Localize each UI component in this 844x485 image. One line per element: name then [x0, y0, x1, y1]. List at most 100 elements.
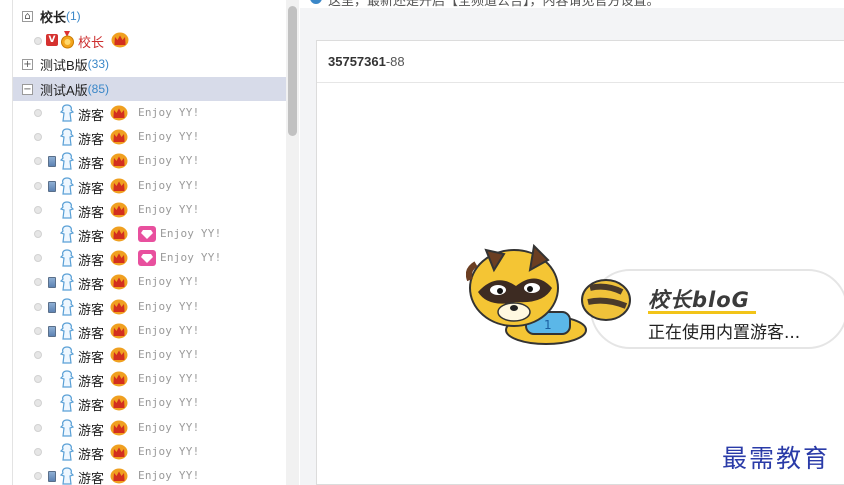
guest-avatar-icon	[59, 467, 75, 485]
expand-icon[interactable]: +	[22, 58, 33, 70]
notice-bar: 这里，最新还是开启【全频道公告】，内容请见官方设置。	[300, 0, 844, 8]
banner-title: 校长bloG	[648, 288, 750, 312]
group-test-b[interactable]: + 测试B版 (33)	[13, 52, 287, 76]
status-dot	[34, 181, 42, 190]
crown-icon	[110, 178, 128, 194]
crown-icon	[110, 129, 128, 145]
mobile-icon	[48, 301, 56, 313]
svg-text:1: 1	[544, 318, 552, 332]
medal-icon	[61, 31, 74, 49]
member-name: 游客	[78, 423, 105, 439]
tree-scrollbar-thumb[interactable]	[288, 6, 297, 136]
group-test-b-count: (33)	[87, 57, 110, 71]
member-name: 游客	[78, 157, 105, 173]
member-signature: Enjoy YY!	[138, 323, 200, 337]
guest-avatar-icon	[59, 322, 75, 340]
mobile-icon	[48, 471, 56, 482]
guest-avatar-icon	[59, 104, 75, 122]
member-name: 游客	[78, 375, 105, 391]
guest-avatar-icon	[59, 152, 75, 170]
member-row[interactable]: 游客 Enjoy YY!	[13, 295, 287, 319]
status-dot	[34, 254, 42, 263]
guest-avatar-icon	[59, 297, 75, 316]
status-dot	[34, 37, 42, 45]
group-principal[interactable]: ⌂ 校长 (1)	[13, 4, 287, 28]
crown-icon	[110, 250, 128, 266]
crown-icon	[111, 32, 129, 48]
member-name: 游客	[78, 472, 105, 485]
guest-avatar-icon	[59, 249, 75, 267]
member-signature: Enjoy YY!	[138, 469, 200, 482]
guest-avatar-icon	[59, 443, 75, 461]
guest-avatar-icon	[59, 176, 75, 195]
collapse-icon[interactable]: −	[22, 83, 33, 95]
crown-icon	[110, 105, 128, 121]
crown-icon	[110, 347, 128, 363]
member-name: 游客	[78, 230, 105, 245]
member-row[interactable]: 游客 Enjoy YY!	[13, 246, 287, 270]
member-row[interactable]: 游客 Enjoy YY!	[13, 367, 287, 391]
member-name: 游客	[78, 133, 105, 149]
member-signature: Enjoy YY!	[138, 106, 200, 119]
guest-avatar-icon	[59, 128, 75, 146]
member-row[interactable]: 游客 Enjoy YY!	[13, 391, 287, 415]
guest-avatar-icon	[59, 394, 75, 412]
group-test-a[interactable]: − 测试A版 (85)	[13, 77, 287, 101]
member-row[interactable]: 游客 Enjoy YY!	[13, 149, 287, 173]
member-row[interactable]: 游客 Enjoy YY!	[13, 416, 287, 440]
member-row[interactable]: 游客 Enjoy YY!	[13, 174, 287, 198]
member-row[interactable]: 游客 Enjoy YY!	[13, 101, 287, 125]
member-signature: Enjoy YY!	[138, 444, 200, 458]
banner-title-underline	[648, 311, 756, 314]
crown-icon	[110, 420, 128, 436]
member-row[interactable]: 游客 Enjoy YY!	[13, 270, 287, 294]
member-signature: Enjoy YY!	[138, 154, 200, 168]
member-row[interactable]: 游客 Enjoy YY!	[13, 222, 287, 246]
diamond-icon	[138, 226, 156, 242]
info-icon	[310, 0, 322, 4]
member-row[interactable]: 游客 Enjoy YY!	[13, 464, 287, 485]
member-signature: Enjoy YY!	[160, 251, 222, 265]
mobile-icon	[48, 325, 56, 337]
group-principal-label: 校长	[40, 9, 67, 25]
member-row[interactable]: 游客 Enjoy YY!	[13, 125, 287, 149]
watermark: 最需教育	[722, 444, 831, 473]
guest-avatar-icon	[59, 346, 75, 364]
status-dot	[34, 447, 42, 456]
status-dot	[34, 205, 42, 214]
status-dot	[34, 302, 42, 311]
member-name: 游客	[78, 278, 105, 294]
group-test-b-label: 测试B版	[40, 57, 88, 73]
crown-icon	[110, 371, 128, 387]
member-signature: Enjoy YY!	[160, 227, 222, 240]
mobile-icon	[48, 156, 56, 168]
member-signature: Enjoy YY!	[138, 130, 200, 144]
member-signature: Enjoy YY!	[138, 299, 200, 313]
home-icon[interactable]: ⌂	[22, 10, 33, 22]
crown-icon	[110, 323, 128, 339]
member-name: 游客	[78, 302, 105, 318]
mobile-icon	[48, 180, 56, 192]
crown-icon	[110, 299, 128, 315]
crown-icon	[110, 153, 128, 169]
member-row[interactable]: 游客 Enjoy YY!	[13, 198, 287, 222]
member-name: 游客	[78, 447, 105, 463]
room-id-number: 35757361	[328, 54, 386, 69]
status-dot	[34, 278, 42, 287]
member-name: 游客	[78, 205, 105, 221]
crown-icon	[110, 226, 128, 242]
member-row[interactable]: 游客 Enjoy YY!	[13, 343, 287, 367]
member-row[interactable]: 游客 Enjoy YY!	[13, 440, 287, 464]
member-signature: Enjoy YY!	[138, 348, 200, 361]
status-dot	[34, 157, 42, 166]
status-dot	[34, 351, 42, 359]
member-signature: Enjoy YY!	[138, 202, 200, 216]
status-dot	[34, 375, 42, 384]
room-id: 35757361-88	[328, 54, 405, 69]
member-signature: Enjoy YY!	[138, 275, 200, 289]
crown-icon	[110, 444, 128, 460]
guest-avatar-icon	[59, 225, 75, 243]
member-row[interactable]: 游客 Enjoy YY!	[13, 319, 287, 343]
admin-row[interactable]: V 校长	[13, 29, 287, 53]
status-dot	[34, 133, 42, 142]
